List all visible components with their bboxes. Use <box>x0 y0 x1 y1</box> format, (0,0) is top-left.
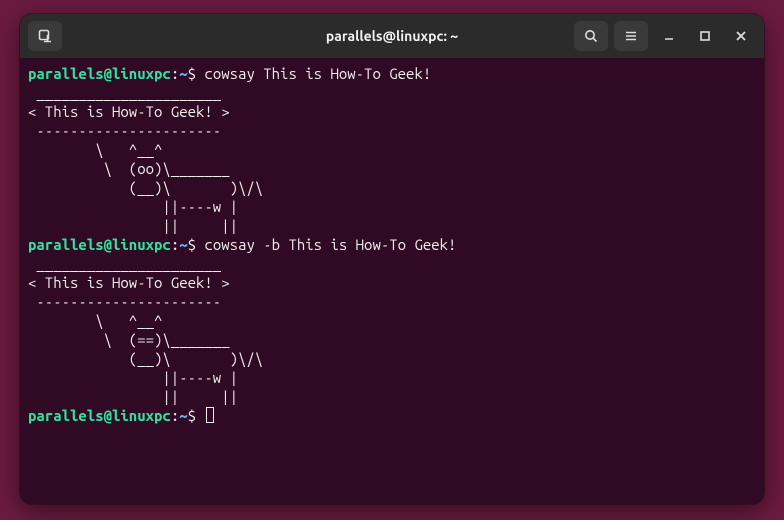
new-tab-icon <box>37 28 53 44</box>
titlebar: parallels@linuxpc: ~ <box>20 14 764 58</box>
output-line: ---------------------- <box>28 292 756 311</box>
prompt-line-active[interactable]: parallels@linuxpc:~$ <box>28 406 756 425</box>
prompt-userhost: parallels@linuxpc <box>28 236 171 253</box>
hamburger-icon <box>623 28 639 44</box>
search-icon <box>583 28 599 44</box>
minimize-icon <box>662 29 676 43</box>
prompt-userhost: parallels@linuxpc <box>28 407 171 424</box>
output-line: ||----w | <box>28 368 756 387</box>
output-line: ---------------------- <box>28 121 756 140</box>
terminal-window: parallels@linuxpc: ~ <box>20 14 764 504</box>
prompt-line: parallels@linuxpc:~$ cowsay This is How-… <box>28 64 756 83</box>
output-line: \ ^__^ <box>28 311 756 330</box>
command-text: cowsay This is How-To Geek! <box>204 65 431 82</box>
prompt-path: ~ <box>179 407 187 424</box>
output-line: || || <box>28 216 756 235</box>
output-line: \ (oo)\_______ <box>28 159 756 178</box>
output-line: \ ^__^ <box>28 140 756 159</box>
output-line: ______________________ <box>28 254 756 273</box>
prompt-symbol: $ <box>188 236 205 253</box>
prompt-sep: : <box>171 65 179 82</box>
output-line: (__)\ )\/\ <box>28 178 756 197</box>
output-line: < This is How-To Geek! > <box>28 273 756 292</box>
prompt-userhost: parallels@linuxpc <box>28 65 171 82</box>
output-line: || || <box>28 387 756 406</box>
new-tab-button[interactable] <box>28 21 62 51</box>
cursor <box>206 407 214 423</box>
prompt-sep: : <box>171 407 179 424</box>
command-text: cowsay -b This is How-To Geek! <box>204 236 456 253</box>
window-title: parallels@linuxpc: ~ <box>20 28 764 44</box>
prompt-sep: : <box>171 236 179 253</box>
prompt-symbol: $ <box>188 407 205 424</box>
prompt-symbol: $ <box>188 65 205 82</box>
search-button[interactable] <box>574 21 608 51</box>
menu-button[interactable] <box>614 21 648 51</box>
minimize-button[interactable] <box>654 22 684 50</box>
output-line: ______________________ <box>28 83 756 102</box>
output-line: < This is How-To Geek! > <box>28 102 756 121</box>
close-icon <box>734 29 748 43</box>
output-line: (__)\ )\/\ <box>28 349 756 368</box>
maximize-button[interactable] <box>690 22 720 50</box>
maximize-icon <box>698 29 712 43</box>
prompt-path: ~ <box>179 236 187 253</box>
output-line: ||----w | <box>28 197 756 216</box>
prompt-path: ~ <box>179 65 187 82</box>
close-button[interactable] <box>726 22 756 50</box>
terminal-body[interactable]: parallels@linuxpc:~$ cowsay This is How-… <box>20 58 764 504</box>
prompt-line: parallels@linuxpc:~$ cowsay -b This is H… <box>28 235 756 254</box>
output-line: \ (==)\_______ <box>28 330 756 349</box>
